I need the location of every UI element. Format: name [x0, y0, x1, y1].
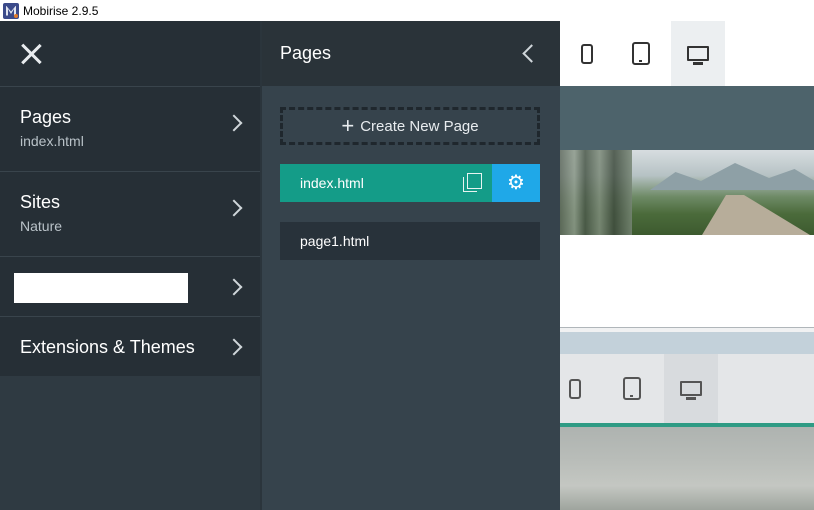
gear-icon: ⚙	[507, 172, 525, 194]
mobirise-app-icon	[3, 2, 19, 19]
mobile-view-button[interactable]	[560, 21, 614, 86]
sidebar-item-title: Sites	[20, 192, 61, 212]
preview-lower-band	[560, 332, 814, 354]
monitor-icon	[687, 46, 709, 65]
chevron-right-icon	[225, 278, 243, 296]
close-icon[interactable]	[20, 43, 42, 65]
preview-blank-section	[560, 235, 814, 327]
page-item-page1[interactable]: page1.html	[280, 222, 540, 260]
preview-background-image	[560, 427, 814, 510]
desktop-view-button[interactable]	[671, 21, 725, 86]
sidebar-item-subtitle: Nature	[20, 218, 63, 234]
page-item-name: page1.html	[300, 233, 370, 249]
monitor-icon-preview	[664, 354, 718, 423]
sidebar-item-pages[interactable]: Pages index.html	[0, 86, 260, 171]
main-sidebar: Pages index.html Sites Nature Extensions…	[0, 21, 260, 510]
sidebar-item-sites[interactable]: Sites Nature	[0, 171, 260, 256]
page-item-name: index.html	[300, 175, 364, 191]
window-titlebar: Mobirise 2.9.5	[0, 0, 814, 21]
sidebar-item-extensions-themes[interactable]: Extensions & Themes	[0, 316, 260, 376]
create-new-page-label: Create New Page	[360, 117, 479, 135]
sidebar-header	[0, 21, 260, 86]
tablet-icon	[632, 42, 650, 65]
sidebar-item-title: Extensions & Themes	[20, 337, 195, 357]
pages-panel: Pages + Create New Page index.html ⚙ pag…	[260, 21, 560, 510]
preview-lower-section	[560, 327, 814, 510]
tablet-icon-preview	[605, 354, 659, 423]
nature-image	[560, 150, 814, 235]
phone-icon	[569, 378, 581, 399]
window-title: Mobirise 2.9.5	[23, 3, 99, 18]
device-toolbar	[560, 21, 814, 86]
preview-device-toolbar-image	[560, 354, 814, 423]
sidebar-item-subtitle: index.html	[20, 133, 84, 149]
phone-icon-preview	[560, 354, 602, 423]
tablet-icon	[623, 377, 641, 400]
page-settings-button[interactable]: ⚙	[492, 164, 540, 202]
monitor-icon	[680, 381, 702, 400]
pages-panel-header: Pages	[262, 21, 560, 86]
site-preview	[560, 21, 814, 510]
pages-panel-title: Pages	[280, 43, 332, 63]
chevron-right-icon	[225, 338, 243, 356]
page-item-index[interactable]: index.html ⚙	[280, 164, 540, 202]
preview-header-band	[560, 86, 814, 150]
phone-icon	[581, 43, 593, 64]
chevron-left-icon[interactable]	[522, 44, 541, 63]
copy-icon[interactable]	[454, 164, 492, 202]
blank-label-box	[14, 273, 188, 303]
plus-icon: +	[341, 113, 355, 138]
tablet-view-button[interactable]	[614, 21, 668, 86]
sidebar-item-blank[interactable]	[0, 256, 260, 316]
create-new-page-button[interactable]: + Create New Page	[280, 107, 540, 145]
sidebar-item-title: Pages	[20, 107, 72, 127]
